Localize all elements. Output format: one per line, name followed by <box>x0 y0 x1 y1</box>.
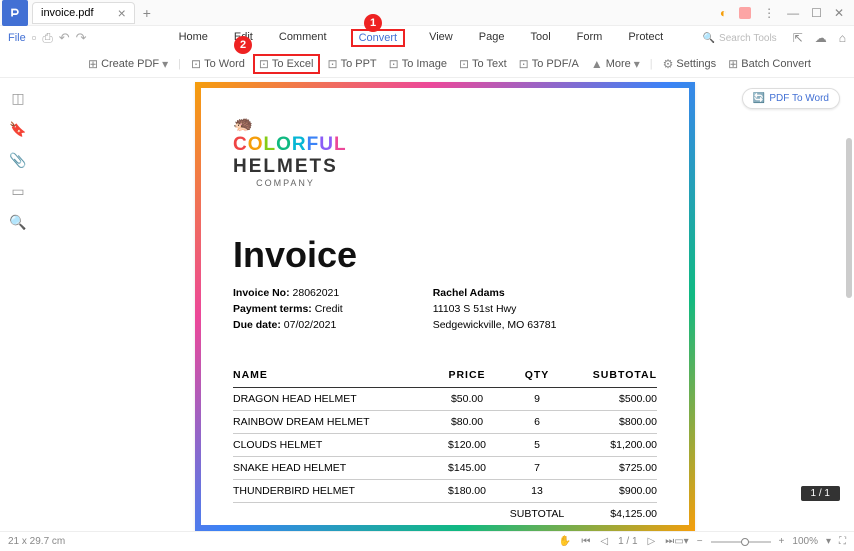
subtotal-value: $4,125.00 <box>567 508 657 520</box>
col-qty-header: QTY <box>507 369 567 381</box>
callout-2: 2 <box>234 36 252 54</box>
document-tab[interactable]: invoice.pdf × <box>32 2 135 24</box>
thumbnails-icon[interactable]: ◫ <box>11 90 24 107</box>
vertical-scrollbar[interactable] <box>846 138 852 298</box>
col-name-header: NAME <box>233 369 427 381</box>
pdfa-icon: ⊡ <box>519 57 529 71</box>
zoom-out-button[interactable]: − <box>697 536 703 547</box>
tab-title: invoice.pdf <box>41 7 94 19</box>
to-pdfa-button[interactable]: ⊡To PDF/A <box>515 55 583 73</box>
add-tab-button[interactable]: + <box>143 5 151 21</box>
statusbar: 21 x 29.7 cm ✋ ⏮ ◁ 1 / 1 ▷ ⏭ ▭▾ − + 100%… <box>0 531 854 551</box>
subtotal-label: SUBTOTAL <box>507 508 567 520</box>
save-icon[interactable]: ▫ <box>32 30 37 46</box>
cloud-icon[interactable]: ☁ <box>815 31 827 45</box>
table-row: DRAGON HEAD HELMET$50.009$500.00 <box>233 388 657 411</box>
excel-icon: ⊡ <box>259 57 269 71</box>
titlebar: invoice.pdf × + ◐ ⋮ — ☐ ✕ <box>0 0 854 26</box>
callout-1: 1 <box>364 14 382 32</box>
menu-tool[interactable]: Tool <box>528 29 552 47</box>
prev-page-icon[interactable]: ◁ <box>600 536 608 547</box>
menu-dots-icon[interactable]: ⋮ <box>763 6 775 20</box>
company-logo: 🦔 COLORFUL HELMETS COMPANY <box>233 114 657 188</box>
pdf-document: 🦔 COLORFUL HELMETS COMPANY Invoice Invoi… <box>195 82 695 531</box>
user-icon[interactable]: ◐ <box>720 6 727 20</box>
view-mode-icon[interactable]: ▭▾ <box>674 536 688 547</box>
bookmark-icon[interactable]: 🔖 <box>9 121 26 138</box>
menu-comment[interactable]: Comment <box>277 29 329 47</box>
hand-tool-icon[interactable]: ✋ <box>559 536 571 547</box>
col-sub-header: SUBTOTAL <box>567 369 657 381</box>
more-icon: ▲ <box>591 57 603 71</box>
to-word-button[interactable]: ⊡To Word <box>187 55 249 73</box>
last-page-icon[interactable]: ⏭ <box>665 536 674 547</box>
first-page-icon[interactable]: ⏮ <box>581 536 590 547</box>
invoice-title: Invoice <box>233 234 657 276</box>
close-tab-icon[interactable]: × <box>118 5 126 21</box>
table-row: SNAKE HEAD HELMET$145.007$725.00 <box>233 457 657 480</box>
invoice-info: Invoice No: 28062021 Payment terms: Cred… <box>233 286 657 333</box>
zoom-value[interactable]: 100% <box>792 536 818 547</box>
zoom-slider[interactable] <box>711 541 771 543</box>
ppt-icon: ⊡ <box>328 57 338 71</box>
layers-icon[interactable]: ▭ <box>11 183 24 200</box>
next-page-icon[interactable]: ▷ <box>648 536 656 547</box>
window-controls: ◐ ⋮ — ☐ ✕ <box>720 6 854 20</box>
to-excel-button[interactable]: ⊡To Excel <box>253 54 320 74</box>
zoom-in-button[interactable]: + <box>779 536 785 547</box>
app-icon <box>2 0 28 26</box>
to-ppt-button[interactable]: ⊡To PPT <box>324 55 381 73</box>
chevron-down-icon: ▾ <box>162 57 168 71</box>
text-icon: ⊡ <box>459 57 469 71</box>
invoice-table: NAME PRICE QTY SUBTOTAL DRAGON HEAD HELM… <box>233 369 657 525</box>
maximize-button[interactable]: ☐ <box>811 6 822 20</box>
home-icon[interactable]: ⌂ <box>839 31 846 45</box>
menubar: File ▫ ⎙ ↶ ↷ Home Edit Comment Convert V… <box>0 26 854 50</box>
table-row: THUNDERBIRD HELMET$180.0013$900.00 <box>233 480 657 503</box>
pdf-to-word-button[interactable]: 🔄 PDF To Word <box>742 88 840 109</box>
image-icon: ⊡ <box>389 57 399 71</box>
redo-icon[interactable]: ↷ <box>76 30 87 46</box>
menu-page[interactable]: Page <box>477 29 507 47</box>
undo-icon[interactable]: ↶ <box>59 30 70 46</box>
share-icon[interactable]: ⇱ <box>793 31 803 45</box>
notif-icon[interactable] <box>739 7 751 19</box>
menu-form[interactable]: Form <box>575 29 605 47</box>
page-dimensions: 21 x 29.7 cm <box>8 536 559 547</box>
settings-button[interactable]: ⚙Settings <box>659 55 721 73</box>
menu-convert[interactable]: Convert <box>351 29 406 47</box>
search-panel-icon[interactable]: 🔍 <box>9 214 26 231</box>
more-button[interactable]: ▲More▾ <box>587 55 644 73</box>
sidebar: ◫ 🔖 📎 ▭ 🔍 <box>0 78 36 531</box>
create-pdf-button[interactable]: ⊞Create PDF▾ <box>84 55 172 73</box>
batch-icon: ⊞ <box>728 57 738 71</box>
to-text-button[interactable]: ⊡To Text <box>455 55 511 73</box>
batch-convert-button[interactable]: ⊞Batch Convert <box>724 55 815 73</box>
chevron-down-icon: ▾ <box>634 57 640 71</box>
minimize-button[interactable]: — <box>787 6 799 20</box>
col-price-header: PRICE <box>427 369 507 381</box>
page-indicator: 1 / 1 <box>801 486 840 501</box>
search-tools[interactable]: 🔍 Search Tools <box>703 33 777 44</box>
document-canvas: 🦔 COLORFUL HELMETS COMPANY Invoice Invoi… <box>36 78 854 531</box>
fullscreen-icon[interactable]: ⛶ <box>839 536 846 547</box>
word-icon: ⊡ <box>191 57 201 71</box>
print-icon[interactable]: ⎙ <box>42 30 52 46</box>
table-row: RAINBOW DREAM HELMET$80.006$800.00 <box>233 411 657 434</box>
menu-home[interactable]: Home <box>177 29 210 47</box>
menu-view[interactable]: View <box>427 29 455 47</box>
to-image-button[interactable]: ⊡To Image <box>385 55 451 73</box>
toolbar: ⊞Create PDF▾ | ⊡To Word ⊡To Excel ⊡To PP… <box>0 50 854 78</box>
attachment-icon[interactable]: 📎 <box>9 152 26 169</box>
page-input[interactable]: 1 / 1 <box>618 536 637 547</box>
gear-icon: ⚙ <box>663 57 674 71</box>
table-row: CLOUDS HELMET$120.005$1,200.00 <box>233 434 657 457</box>
chevron-down-icon[interactable]: ▾ <box>826 536 831 547</box>
create-pdf-icon: ⊞ <box>88 57 98 71</box>
search-icon: 🔍 <box>703 33 715 44</box>
menu-protect[interactable]: Protect <box>626 29 665 47</box>
close-window-button[interactable]: ✕ <box>834 6 844 20</box>
convert-icon: 🔄 <box>753 93 765 104</box>
file-menu[interactable]: File <box>8 32 26 44</box>
